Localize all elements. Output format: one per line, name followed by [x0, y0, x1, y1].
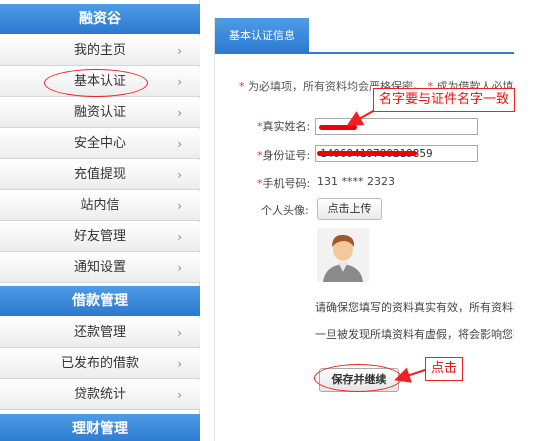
phone-label: *手机号码: — [257, 175, 310, 191]
sidebar-item-label: 我的主页 — [73, 43, 126, 58]
click-note: 点击 — [425, 357, 463, 381]
sidebar-item-label: 充值提现 — [73, 167, 126, 182]
sidebar: 融资谷 我的主页 › 基本认证 › 融资认证 › 安全中心 › 充值提现 › 站… — [0, 0, 200, 441]
id-number-label-text: 身份证号: — [262, 149, 311, 162]
id-number-label: *身份证号: — [257, 147, 310, 163]
sidebar-section-loan: 借款管理 — [0, 286, 200, 316]
tab-bar: 基本认证信息 — [215, 18, 514, 54]
chevron-right-icon: › — [177, 168, 182, 182]
sidebar-item-friends[interactable]: 好友管理 › — [0, 222, 200, 252]
real-name-label-text: 真实姓名: — [262, 120, 311, 133]
sidebar-item-published-loans[interactable]: 已发布的借款 › — [0, 349, 200, 379]
phone-value: 131 **** 2323 — [317, 175, 395, 188]
sidebar-item-label: 还款管理 — [73, 325, 126, 340]
sidebar-item-notifications[interactable]: 通知设置 › — [0, 253, 200, 283]
phone-label-text: 手机号码: — [262, 177, 311, 190]
upload-button[interactable]: 点击上传 — [317, 198, 382, 220]
chevron-right-icon: › — [177, 106, 182, 120]
highlight-ellipse — [44, 69, 148, 97]
real-name-label: *真实姓名: — [257, 118, 310, 134]
redaction-mark — [317, 151, 417, 156]
sidebar-item-home[interactable]: 我的主页 › — [0, 36, 200, 66]
sidebar-item-label: 贷款统计 — [73, 387, 126, 402]
info-paragraph-2: 一旦被发现所填资料有虚假，将会影响您在融 — [315, 328, 514, 341]
redaction-mark — [319, 125, 357, 130]
chevron-right-icon: › — [177, 199, 182, 213]
chevron-right-icon: › — [177, 137, 182, 151]
sidebar-item-label: 安全中心 — [73, 136, 126, 151]
required-star: * — [239, 80, 245, 93]
name-match-note: 名字要与证件名字一致 — [373, 88, 515, 112]
sidebar-section-financing: 融资谷 — [0, 4, 200, 34]
sidebar-section-invest: 理财管理 — [0, 414, 200, 441]
sidebar-item-loan-stats[interactable]: 贷款统计 › — [0, 380, 200, 410]
chevron-right-icon: › — [177, 230, 182, 244]
chevron-right-icon: › — [177, 75, 182, 89]
chevron-right-icon: › — [177, 357, 182, 371]
info-paragraph-1: 请确保您填写的资料真实有效，所有资料将会 — [315, 301, 514, 314]
user-avatar-icon — [323, 234, 363, 282]
chevron-right-icon: › — [177, 261, 182, 275]
tab-basic-auth-info[interactable]: 基本认证信息 — [215, 18, 309, 54]
sidebar-item-recharge[interactable]: 充值提现 › — [0, 160, 200, 190]
sidebar-item-label: 站内信 — [80, 198, 120, 213]
sidebar-item-label: 通知设置 — [73, 260, 126, 275]
chevron-right-icon: › — [177, 388, 182, 402]
avatar-label: 个人头像: — [261, 204, 309, 217]
sidebar-item-label: 融资认证 — [73, 105, 126, 120]
sidebar-item-financing-auth[interactable]: 融资认证 › — [0, 98, 200, 128]
chevron-right-icon: › — [177, 326, 182, 340]
avatar-placeholder — [317, 228, 369, 282]
chevron-right-icon: › — [177, 44, 182, 58]
sidebar-item-label: 已发布的借款 — [60, 356, 139, 371]
sidebar-item-messages[interactable]: 站内信 › — [0, 191, 200, 221]
sidebar-item-label: 好友管理 — [73, 229, 126, 244]
sidebar-item-security[interactable]: 安全中心 › — [0, 129, 200, 159]
highlight-ellipse — [314, 364, 402, 392]
sidebar-item-repayment[interactable]: 还款管理 › — [0, 318, 200, 348]
